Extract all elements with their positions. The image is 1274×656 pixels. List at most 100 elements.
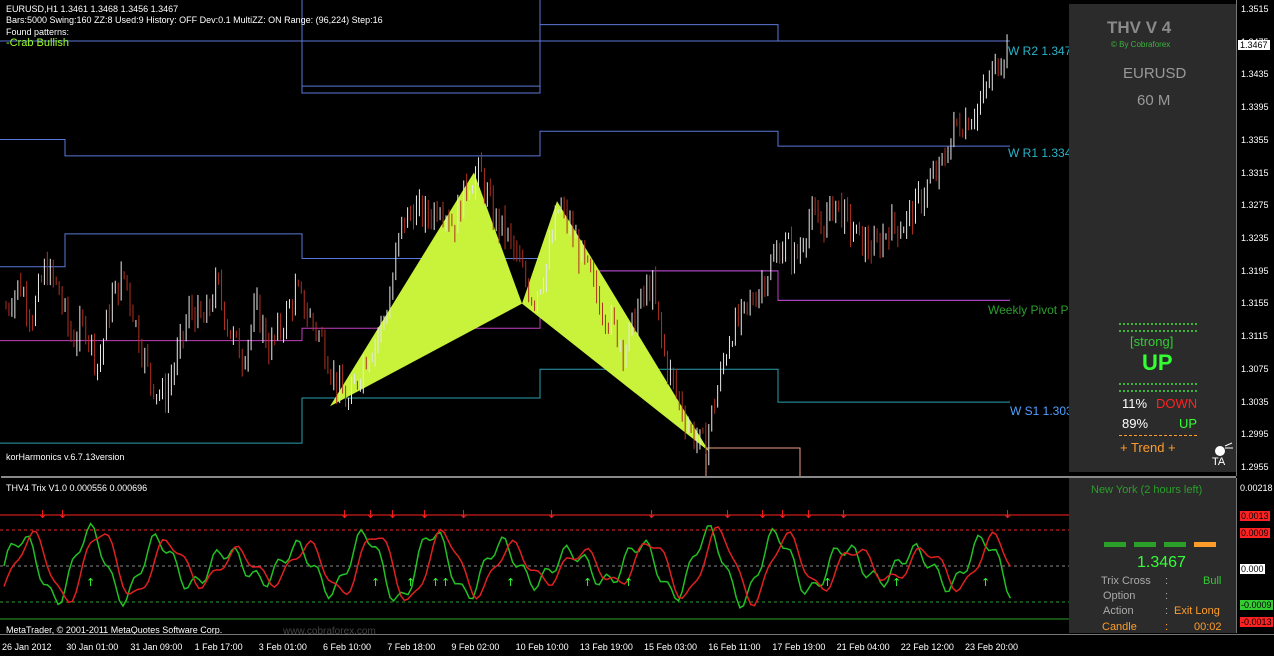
up-arrow-icon: ↑ — [624, 576, 633, 589]
up-arrow-icon: ↑ — [981, 576, 990, 589]
status-bar-2 — [1134, 542, 1156, 547]
trend-label: + Trend + — [1120, 440, 1176, 455]
settings-line: Bars:5000 Swing:160 ZZ:8 Used:9 History:… — [6, 15, 383, 25]
time-tick-label: 6 Feb 10:00 — [323, 642, 372, 652]
price-tick-label: 1.3395 — [1241, 102, 1269, 113]
candle-label: Candle — [1102, 621, 1137, 633]
up-arrow-icon: ↑ — [441, 576, 450, 589]
time-axis[interactable]: 26 Jan 2012 30 Jan 01:00 31 Jan 09:00 1 Feb… — [0, 634, 1274, 656]
pattern-name: -Crab Bullish — [6, 37, 69, 49]
down-arrow-icon: ↓ — [38, 508, 47, 521]
indicator-axis[interactable]: 0.00218 0.0013 0.0009 0.000 -0.0009 -0.0013 — [1236, 478, 1274, 633]
up-arrow-icon: ↑ — [431, 576, 440, 589]
price-tick-label: 1.3155 — [1241, 298, 1269, 309]
down-arrow-icon: ↓ — [804, 508, 813, 521]
indicator-title: THV4 Trix V1.0 0.000556 0.000696 — [6, 483, 148, 493]
up-arrow-icon: ↑ — [371, 576, 380, 589]
thv-timeframe: 60 M — [1137, 92, 1171, 109]
indicator-tick-label: 0.000 — [1240, 564, 1265, 574]
price-chart-pane[interactable]: EURUSD,H1 1.3461 1.3468 1.3456 1.3467 Ba… — [0, 0, 1236, 476]
up-percent: 89% — [1122, 416, 1149, 431]
time-tick-label: 17 Feb 19:00 — [772, 642, 826, 652]
thv-title: THV V 4 — [1107, 18, 1172, 37]
wr1-label: W R1 1.3347 — [1008, 146, 1079, 160]
price-tick-label: 1.3075 — [1241, 363, 1269, 374]
time-tick-label: 16 Feb 11:00 — [708, 642, 761, 652]
down-arrow-icon: ↓ — [58, 508, 67, 521]
down-arrow-icon: ↓ — [839, 508, 848, 521]
time-tick-label: 22 Feb 12:00 — [900, 642, 954, 652]
thv-info-panel: New York (2 hours left) 1.3467 Trix Cros… — [1069, 478, 1236, 633]
version-label: korHarmonics v.6.7.13version — [6, 452, 125, 462]
status-bar-3 — [1164, 542, 1186, 547]
time-tick-label: 7 Feb 18:00 — [387, 642, 436, 652]
price-tick-label: 1.3355 — [1241, 134, 1269, 145]
price-tick-label: 1.3195 — [1241, 265, 1269, 276]
indicator-tick-label: -0.0013 — [1240, 617, 1273, 627]
thv-direction: UP — [1142, 350, 1173, 375]
time-tick-label: 10 Feb 10:00 — [515, 642, 569, 652]
colon: : — [1165, 621, 1169, 633]
down-arrow-icon: ↓ — [723, 508, 732, 521]
down-arrow-icon: ↓ — [366, 508, 375, 521]
indicator-tick-label: 0.0009 — [1240, 528, 1270, 538]
wr2-label: W R2 1.3471 — [1008, 44, 1079, 58]
colon: : — [1165, 590, 1169, 602]
price-axis[interactable]: 1.35151.34751.34351.33951.33551.33151.32… — [1236, 0, 1274, 476]
trix-cross-value: Bull — [1203, 575, 1222, 587]
separator-dots-bottom — [1119, 383, 1197, 392]
down-arrow-icon: ↓ — [459, 508, 468, 521]
thv-panel: THV V 4 © By Cobraforex EURUSD 60 M [str… — [1069, 4, 1236, 472]
price-tick-label: 1.2995 — [1241, 429, 1269, 440]
time-tick-label: 13 Feb 19:00 — [579, 642, 633, 652]
price-tick-label: 1.3235 — [1241, 233, 1269, 243]
time-tick-label: 3 Feb 01:00 — [258, 642, 307, 652]
down-arrow-icon: ↓ — [388, 508, 397, 521]
indicator-tick-label: -0.0009 — [1240, 600, 1273, 610]
down-arrow-icon: ↓ — [340, 508, 349, 521]
colon: : — [1165, 575, 1169, 587]
time-tick-label: 26 Jan 2012 — [2, 642, 52, 652]
current-price-marker: 1.3467 — [1238, 40, 1270, 50]
down-arrow-icon: ↓ — [758, 508, 767, 521]
thv-symbol: EURUSD — [1123, 65, 1187, 82]
down-arrow-icon: ↓ — [647, 508, 656, 521]
price-tick-label: 1.3435 — [1241, 69, 1269, 80]
wr1-line — [0, 130, 1010, 157]
wr2-upper-line — [0, 24, 1010, 87]
down-percent: 11% — [1122, 396, 1148, 411]
price-tick-label: 1.3315 — [1241, 167, 1269, 178]
ta-logo-icon — [1215, 442, 1233, 456]
price-tick-label: 1.2955 — [1241, 462, 1269, 472]
indicator-tick-label: 0.00218 — [1240, 483, 1273, 493]
thv-strength: [strong] — [1130, 334, 1174, 349]
action-label: Action — [1103, 605, 1134, 617]
down-arrow-icon: ↓ — [1003, 508, 1012, 521]
status-bar-4 — [1194, 542, 1216, 547]
down-arrow-icon: ↓ — [778, 508, 787, 521]
time-tick-label: 21 Feb 04:00 — [836, 642, 890, 652]
candle-value: 00:02 — [1194, 621, 1222, 633]
colon: : — [1165, 605, 1169, 617]
time-tick-label: 30 Jan 01:00 — [66, 642, 119, 652]
time-tick-label: 9 Feb 02:00 — [451, 642, 500, 652]
up-arrow-icon: ↑ — [406, 576, 415, 589]
thv-byline: © By Cobraforex — [1111, 40, 1171, 49]
up-arrow-icon: ↑ — [506, 576, 515, 589]
price-tick-label: 1.3035 — [1241, 396, 1269, 407]
box-line — [705, 447, 801, 476]
indicator-pane[interactable]: ↓ ↓ ↓ ↓ ↓ ↓ ↓ ↓ ↓ ↓ ↓ ↓ ↓ ↓ ↓ ↑ ↑ ↑ ↑ ↑ ↑ ↑ ↑ ↑ ↑ ↑ THV4 Trix V1.… — [0, 478, 1236, 637]
status-bar-1 — [1104, 542, 1126, 547]
down-arrow-icon: ↓ — [547, 508, 556, 521]
time-tick-label: 31 Jan 09:00 — [130, 642, 183, 652]
price-tick-label: 1.3515 — [1241, 4, 1269, 14]
up-arrow-icon: ↑ — [823, 576, 832, 589]
time-tick-label: 23 Feb 20:00 — [965, 642, 1019, 652]
down-label: DOWN — [1156, 396, 1198, 411]
trend-separator — [1119, 435, 1197, 436]
ws1-line — [0, 368, 1010, 444]
down-arrow-icon: ↓ — [420, 508, 429, 521]
trix-indicator-chart: ↓↓ ↓ ↓ ↓ ↓ ↓ ↓ ↓ ↓ ↓ ↓ ↓ ↓ ↓↑ ↑ ↑ ↑ ↑ ↑ ↑ ↑ ↑ ↑ ↑ — [0, 508, 1069, 620]
price-tick-label: 1.3115 — [1241, 331, 1268, 342]
option-label: Option — [1103, 590, 1136, 602]
